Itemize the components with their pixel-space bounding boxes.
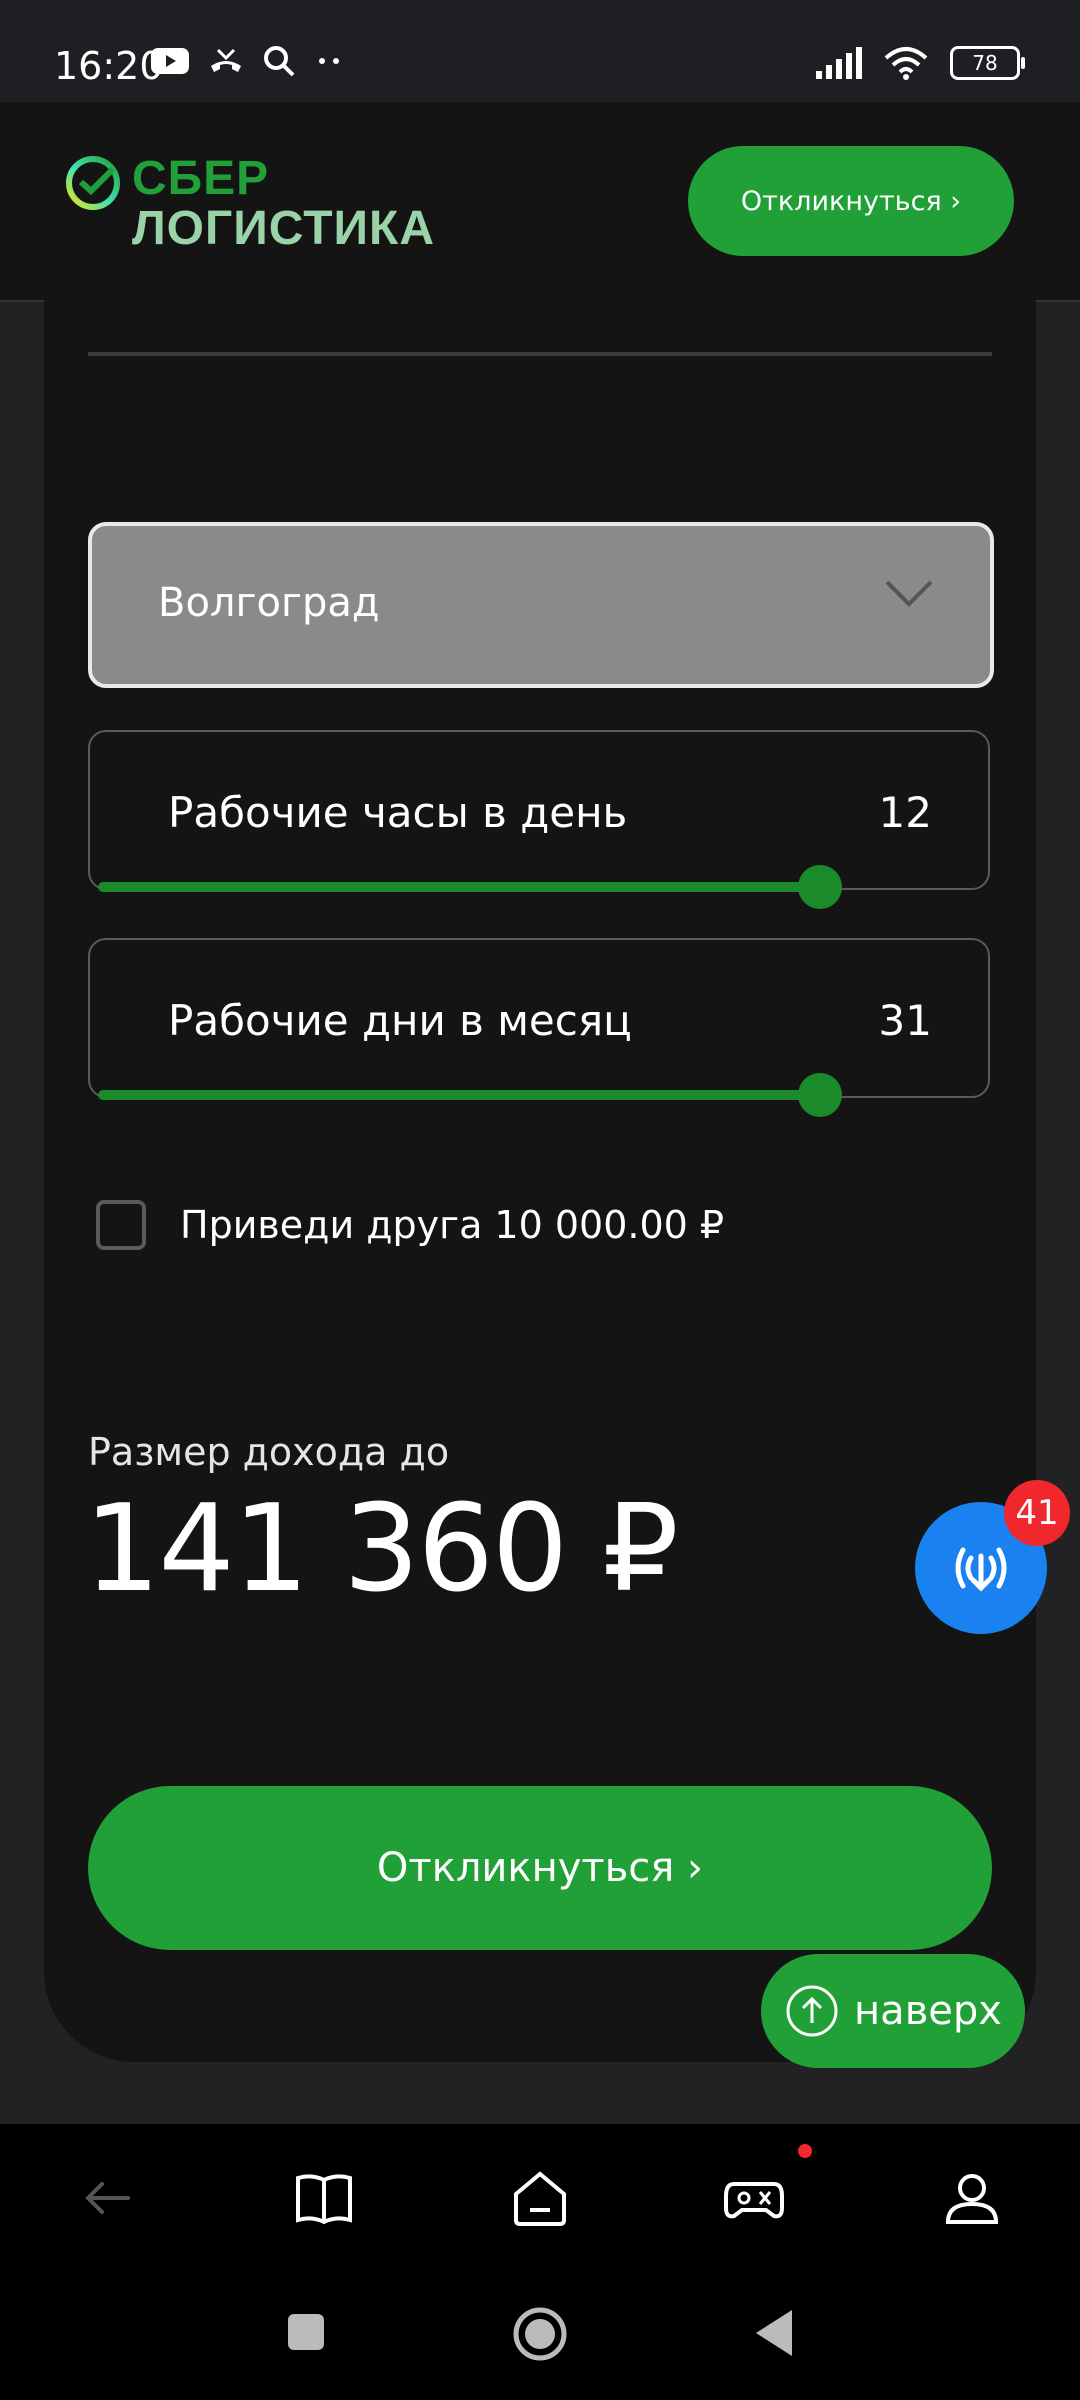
arrow-up-circle-icon: [786, 1985, 838, 2037]
status-bar: 16:20 78: [0, 0, 1080, 102]
days-slider-fill: [98, 1090, 820, 1100]
wifi-icon: [884, 47, 928, 80]
hours-label: Рабочие часы в день: [168, 788, 628, 837]
search-icon: [264, 46, 295, 77]
days-value: 31: [878, 996, 932, 1045]
more-dots-icon: [319, 58, 339, 64]
logo-line2: ЛОГИСТИКА: [132, 202, 435, 255]
recent-apps-icon[interactable]: [286, 2312, 326, 2352]
broadcast-download-icon: [955, 1547, 1007, 1592]
book-icon[interactable]: [292, 2166, 356, 2230]
youtube-icon: [151, 48, 189, 74]
hours-slider-track[interactable]: [98, 865, 978, 909]
days-slider-thumb[interactable]: [797, 1073, 842, 1117]
system-nav-bar: [0, 2268, 1080, 2400]
back-icon[interactable]: [76, 2166, 140, 2230]
gamepad-icon[interactable]: [722, 2166, 786, 2230]
income-value: 141 360 ₽: [84, 1480, 679, 1619]
referral-checkbox[interactable]: [96, 1200, 146, 1250]
games-notification-dot: [798, 2144, 812, 2158]
browser-bottom-nav: [0, 2124, 1080, 2268]
chevron-down-icon: [885, 580, 933, 607]
days-slider-track[interactable]: [98, 1073, 978, 1117]
city-select-value: Волгоград: [158, 580, 380, 626]
notification-badge: 41: [1004, 1480, 1070, 1546]
hours-slider-fill: [98, 882, 820, 892]
divider: [88, 352, 992, 356]
scroll-top-button[interactable]: наверх: [761, 1954, 1025, 2068]
profile-icon[interactable]: [940, 2166, 1004, 2230]
sber-logo-icon: [66, 156, 120, 210]
home-circle-icon[interactable]: [512, 2306, 568, 2362]
logo-line1: СБЕР: [132, 152, 270, 205]
back-triangle-icon[interactable]: [752, 2308, 796, 2358]
scroll-top-label: наверх: [854, 1988, 1002, 2034]
home-icon[interactable]: [508, 2166, 572, 2230]
city-select[interactable]: Волгоград: [88, 522, 994, 688]
header-respond-button[interactable]: Откликнуться ›: [688, 146, 1014, 256]
signal-icon: [816, 47, 862, 79]
status-time: 16:20: [54, 44, 164, 88]
days-per-month-slider[interactable]: Рабочие дни в месяц 31: [88, 938, 990, 1117]
referral-label: Приведи друга 10 000.00 ₽: [180, 1203, 725, 1247]
referral-checkbox-row[interactable]: Приведи друга 10 000.00 ₽: [96, 1200, 724, 1250]
respond-button[interactable]: Откликнуться ›: [88, 1786, 992, 1950]
income-calculator-card: Волгоград Рабочие часы в день 12 Рабочие…: [44, 300, 1036, 2062]
sber-logistics-logo[interactable]: СБЕР ЛОГИСТИКА: [64, 154, 435, 254]
income-label: Размер дохода до: [88, 1430, 450, 1474]
battery-icon: 78: [950, 46, 1025, 80]
hours-per-day-slider[interactable]: Рабочие часы в день 12: [88, 730, 990, 909]
hours-value: 12: [878, 788, 932, 837]
battery-level: 78: [972, 51, 998, 75]
site-header: СБЕР ЛОГИСТИКА Откликнуться ›: [0, 102, 1080, 302]
missed-call-icon: [211, 48, 241, 72]
status-right-icons: 78: [814, 46, 1025, 80]
status-left-icons: [150, 44, 344, 78]
hours-slider-thumb[interactable]: [797, 865, 842, 909]
days-label: Рабочие дни в месяц: [168, 996, 632, 1045]
